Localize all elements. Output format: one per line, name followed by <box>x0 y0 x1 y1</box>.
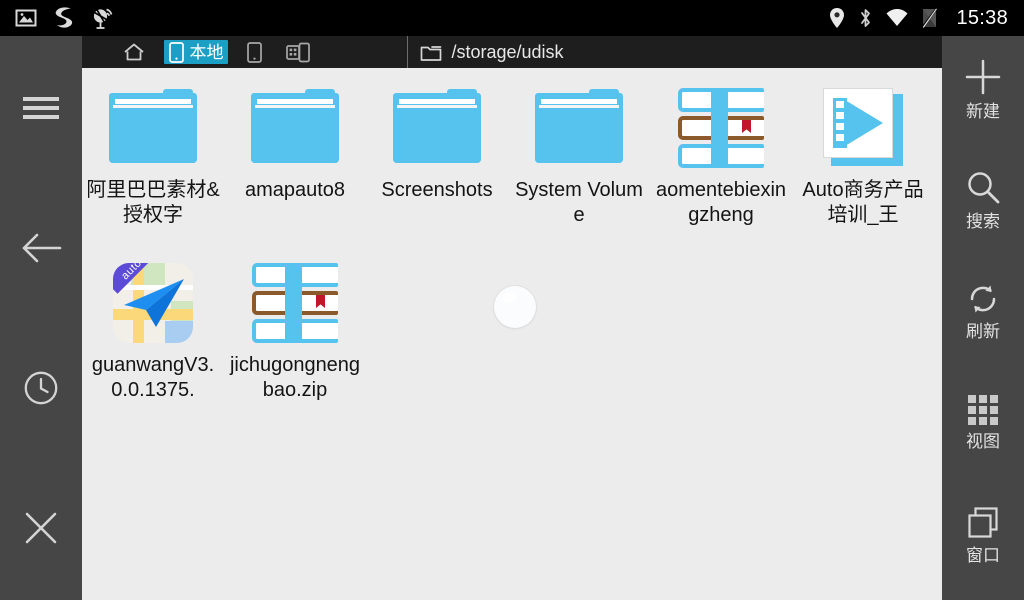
windows-overlap-icon <box>968 507 998 538</box>
file-name: Auto商务产品培训_王 <box>802 179 924 226</box>
folder-icon <box>533 89 625 167</box>
path-breadcrumb[interactable]: /storage/udisk <box>407 36 564 68</box>
tab-local-label: 本地 <box>189 42 224 62</box>
sim-card-off-icon <box>921 7 939 29</box>
file-name: 阿里巴巴素材&授权字 <box>86 179 220 226</box>
right-sidebar: 新建 搜索 刷新 视图 窗口 <box>942 36 1024 600</box>
refresh-icon <box>970 285 996 313</box>
amap-app-icon: auto <box>113 263 193 343</box>
sidebar-item-close[interactable] <box>0 498 82 558</box>
file-icon-wrap <box>673 84 769 172</box>
network-devices-icon <box>286 42 311 62</box>
sidebar-item-window-label: 窗口 <box>966 546 1000 565</box>
close-x-icon <box>25 512 57 544</box>
gps-satellite-icon <box>93 8 113 29</box>
location-pin-icon <box>830 8 845 28</box>
sidebar-item-search-label: 搜索 <box>966 212 1000 231</box>
sidebar-item-view[interactable]: 视图 <box>942 394 1024 450</box>
tab-device[interactable] <box>242 40 267 64</box>
file-icon-wrap <box>815 84 911 172</box>
plus-icon <box>965 59 1001 95</box>
archive-books-icon <box>678 88 764 168</box>
phone-icon <box>169 41 185 63</box>
folder-icon <box>391 89 483 167</box>
sidebar-item-search[interactable]: 搜索 <box>942 170 1024 230</box>
sidebar-item-view-label: 视图 <box>966 432 1000 451</box>
file-item[interactable]: 阿里巴巴素材&授权字 <box>82 76 224 251</box>
sidebar-item-new-label: 新建 <box>966 102 1000 121</box>
sidebar-item-history[interactable] <box>0 358 82 418</box>
file-name: aomentebiexingzheng <box>655 179 787 226</box>
file-icon-wrap <box>531 84 627 172</box>
sidebar-item-back[interactable] <box>0 218 82 278</box>
file-item[interactable]: Auto商务产品培训_王 <box>792 76 934 251</box>
file-name: guanwangV3.0.0.1375. <box>91 354 215 401</box>
file-item[interactable]: aomentebiexingzheng <box>650 76 792 251</box>
status-bar-right-icons: 15:38 <box>828 7 1024 30</box>
phone-icon <box>247 41 263 63</box>
file-icon-wrap: auto <box>105 259 201 347</box>
status-bar: 15:38 <box>0 0 1024 36</box>
folder-icon <box>107 89 199 167</box>
sogou-input-icon <box>55 7 73 28</box>
wifi-icon <box>886 9 908 26</box>
sidebar-item-new[interactable]: 新建 <box>942 58 1024 120</box>
gallery-icon <box>15 9 37 27</box>
grid-view-icon <box>968 395 998 425</box>
clock-icon <box>24 371 58 405</box>
archive-books-icon <box>252 263 338 343</box>
sidebar-item-menu[interactable] <box>0 78 82 138</box>
tab-network-devices[interactable] <box>281 40 315 64</box>
file-manager-app: 15:38 本地 /storage/udisk 新建 搜索 刷新 视图 窗口 阿… <box>0 0 1024 600</box>
video-film-icon <box>821 88 905 168</box>
sidebar-item-refresh-label: 刷新 <box>966 322 1000 341</box>
path-text: /storage/udisk <box>451 41 564 62</box>
file-icon-wrap <box>247 259 343 347</box>
file-icon-wrap <box>105 84 201 172</box>
file-icon-wrap <box>247 84 343 172</box>
status-bar-left-icons <box>0 5 116 31</box>
file-name: jichugongnengbao.zip <box>229 354 361 401</box>
file-item[interactable]: amapauto8 <box>224 76 366 251</box>
folder-icon <box>249 89 341 167</box>
file-icon-wrap <box>389 84 485 172</box>
sidebar-item-refresh[interactable]: 刷新 <box>942 282 1024 340</box>
home-button[interactable] <box>118 40 150 64</box>
search-icon <box>968 172 1000 204</box>
file-item[interactable]: auto guanwangV3.0.0.1375. <box>82 251 224 426</box>
file-item[interactable]: System Volume <box>508 76 650 251</box>
left-sidebar <box>0 36 82 600</box>
loading-spinner-icon <box>494 286 536 328</box>
bluetooth-icon <box>861 9 871 27</box>
arrow-left-icon <box>22 233 62 263</box>
file-browser-area: 阿里巴巴素材&授权字 amapauto8 Screenshots System … <box>82 68 942 600</box>
tab-local[interactable]: 本地 <box>164 40 229 64</box>
folder-icon <box>421 45 442 61</box>
status-bar-clock: 15:38 <box>956 6 1008 29</box>
file-name: Screenshots <box>381 179 493 201</box>
tab-bar-tabs: 本地 /storage/udisk <box>82 36 600 68</box>
tab-bar: 本地 /storage/udisk <box>82 36 942 68</box>
sidebar-item-window[interactable]: 窗口 <box>942 506 1024 564</box>
file-item[interactable]: jichugongnengbao.zip <box>224 251 366 426</box>
file-grid: 阿里巴巴素材&授权字 amapauto8 Screenshots System … <box>82 76 942 426</box>
file-item[interactable]: Screenshots <box>366 76 508 251</box>
file-name: System Volume <box>515 179 643 226</box>
hamburger-menu-icon <box>23 97 59 119</box>
file-name: amapauto8 <box>244 179 346 201</box>
home-icon <box>124 43 145 61</box>
